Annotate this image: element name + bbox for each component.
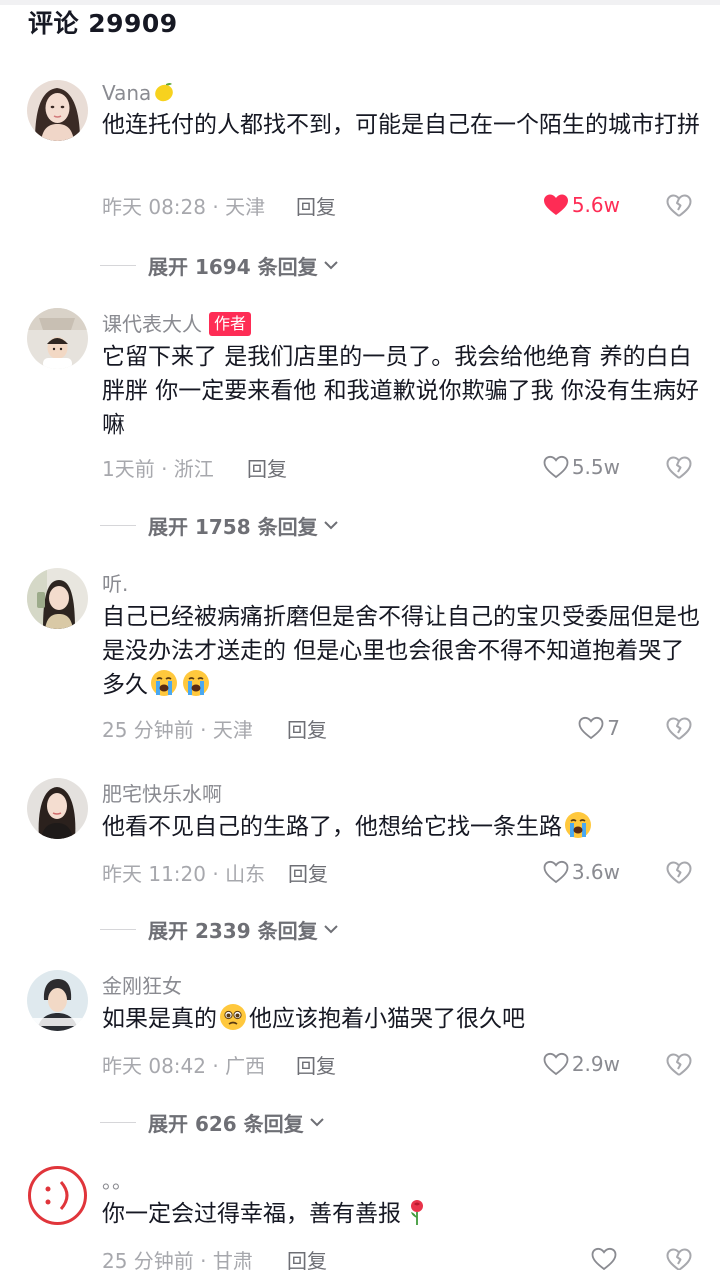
like-button[interactable] xyxy=(591,1244,620,1270)
like-button[interactable]: 5.5w xyxy=(543,452,620,482)
broken-heart-icon[interactable] xyxy=(666,716,692,742)
username[interactable]: 肥宅快乐水啊 xyxy=(102,778,222,807)
avatar[interactable] xyxy=(27,970,88,1031)
reply-button[interactable]: 回复 xyxy=(287,714,327,743)
comments-panel: { "header": { "title": "评论 29909" }, "co… xyxy=(0,0,720,1270)
expand-divider xyxy=(100,264,136,266)
like-button[interactable]: 5.6w xyxy=(543,190,620,220)
lemon-emoji xyxy=(152,80,176,104)
comment-text: 如果是真的 他应该抱着小猫哭了很久吧 xyxy=(102,1002,702,1036)
reply-button[interactable]: 回复 xyxy=(296,1050,336,1079)
comment-time-location: 25 分钟前 · 甘肃 xyxy=(102,1249,253,1270)
expand-replies[interactable]: 展开 2339 条回复 xyxy=(100,914,340,944)
broken-heart-icon[interactable] xyxy=(666,455,692,481)
heart-outline-icon xyxy=(543,860,569,884)
comment-text: 自己已经被病痛折磨但是舍不得让自己的宝贝受委屈但是也是没办法才送走的 但是心里也… xyxy=(102,604,700,698)
broken-heart-icon[interactable] xyxy=(666,1247,692,1270)
broken-heart-icon[interactable] xyxy=(666,193,692,219)
username[interactable]: Vana xyxy=(102,80,177,105)
heart-outline-icon xyxy=(543,1052,569,1076)
heart-filled-icon xyxy=(543,194,568,215)
chevron-down-icon xyxy=(323,521,338,530)
chevron-down-icon xyxy=(323,261,338,270)
expand-replies-label: 展开 626 条回复 xyxy=(148,1111,304,1136)
comment-text: 它留下来了 是我们店里的一员了。我会给他绝育 养的白白胖胖 你一定要来看他 和我… xyxy=(102,344,699,438)
author-badge: 作者 xyxy=(209,312,252,336)
loudly-crying-emoji xyxy=(563,810,593,840)
avatar[interactable] xyxy=(27,1165,88,1226)
like-count: 7 xyxy=(607,716,620,740)
comments-title: 评论 29909 xyxy=(28,9,178,38)
like-count: 5.5w xyxy=(571,455,620,479)
pleading-face-emoji xyxy=(218,1002,248,1032)
chevron-down-icon xyxy=(323,925,338,934)
reply-button[interactable]: 回复 xyxy=(288,858,328,887)
expand-replies[interactable]: 展开 1758 条回复 xyxy=(100,510,340,540)
avatar[interactable] xyxy=(27,778,88,839)
reply-button[interactable]: 回复 xyxy=(287,1245,327,1270)
rose-emoji xyxy=(402,1197,432,1227)
like-count: 2.9w xyxy=(571,1052,620,1076)
avatar[interactable] xyxy=(27,568,88,629)
username[interactable]: 金刚狂女 xyxy=(102,970,182,999)
comment-text: 他连托付的人都找不到，可能是自己在一个陌生的城市打拼 xyxy=(102,112,700,138)
comment-time-location: 昨天 08:28 · 天津 xyxy=(102,195,266,219)
comment-time-location: 昨天 08:42 · 广西 xyxy=(102,1054,266,1078)
username[interactable]: 。。 xyxy=(102,1165,132,1194)
like-button[interactable]: 3.6w xyxy=(543,857,620,887)
comment-time-location: 1天前 · 浙江 xyxy=(102,457,214,481)
expand-replies-label: 展开 1758 条回复 xyxy=(148,514,318,539)
comment-time-location: 25 分钟前 · 天津 xyxy=(102,718,253,742)
heart-outline-icon xyxy=(591,1247,617,1270)
expand-divider xyxy=(100,1121,136,1123)
expand-replies-label: 展开 2339 条回复 xyxy=(148,918,318,943)
loudly-crying-emoji xyxy=(149,668,179,698)
reply-button[interactable]: 回复 xyxy=(296,191,336,220)
expand-divider xyxy=(100,524,136,526)
reply-button[interactable]: 回复 xyxy=(247,453,287,482)
like-button[interactable]: 7 xyxy=(578,713,620,743)
broken-heart-icon[interactable] xyxy=(666,860,692,886)
like-count: 3.6w xyxy=(571,860,620,884)
avatar[interactable] xyxy=(27,308,88,369)
heart-outline-icon xyxy=(578,716,604,740)
loudly-crying-emoji xyxy=(181,668,211,698)
expand-divider xyxy=(100,928,136,930)
chevron-down-icon xyxy=(309,1118,324,1127)
comment-text: 你一定会过得幸福，善有善报 xyxy=(102,1197,702,1231)
heart-outline-icon xyxy=(543,455,569,479)
expand-replies[interactable]: 展开 626 条回复 xyxy=(100,1107,326,1137)
like-count: 5.6w xyxy=(571,193,620,217)
comment-text: 他看不见自己的生路了，他想给它找一条生路 xyxy=(102,810,702,844)
expand-replies-label: 展开 1694 条回复 xyxy=(148,254,318,279)
comment-time-location: 昨天 11:20 · 山东 xyxy=(102,862,266,886)
avatar[interactable] xyxy=(27,80,88,141)
broken-heart-icon[interactable] xyxy=(666,1052,692,1078)
like-button[interactable]: 2.9w xyxy=(543,1049,620,1079)
username[interactable]: 课代表大人 作者 xyxy=(102,308,252,337)
username[interactable]: 听. xyxy=(102,568,128,597)
expand-replies[interactable]: 展开 1694 条回复 xyxy=(100,250,340,280)
